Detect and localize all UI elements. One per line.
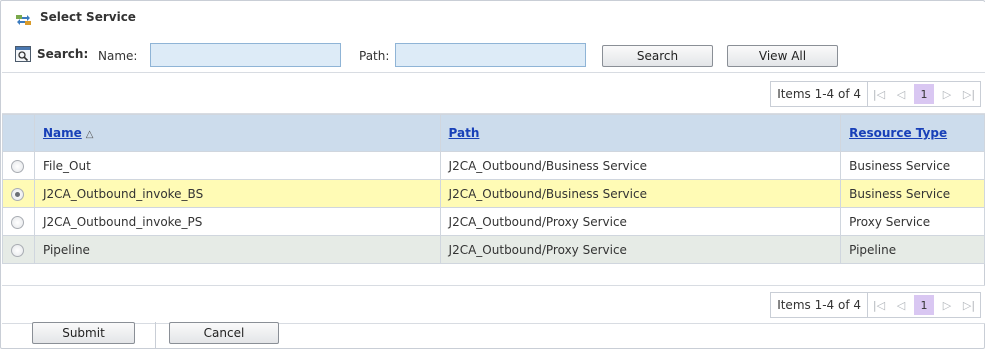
row-select-cell[interactable] <box>2 207 35 236</box>
pager-bottom: Items 1-4 of 4 |◁ ◁ 1 ▷ ▷| <box>770 292 981 318</box>
items-count: Items 1-4 of 4 <box>771 293 868 317</box>
name-column-header[interactable]: Name △ <box>33 114 441 152</box>
path-label: Path: <box>359 49 390 63</box>
last-page-icon[interactable]: ▷| <box>958 293 980 317</box>
path-cell: J2CA_Outbound/Proxy Service <box>439 235 842 264</box>
sort-ascending-icon: △ <box>85 129 94 140</box>
path-cell: J2CA_Outbound/Business Service <box>439 151 842 180</box>
select-service-panel: Select Service Search: Name: Path: Searc… <box>0 0 985 349</box>
next-page-icon[interactable]: ▷ <box>936 293 958 317</box>
path-input[interactable] <box>395 43 586 67</box>
row-radio[interactable] <box>11 187 25 201</box>
row-radio[interactable] <box>11 159 25 173</box>
footer-divider <box>155 322 156 348</box>
path-column-header[interactable]: Path <box>439 114 842 152</box>
path-cell: J2CA_Outbound/Business Service <box>439 179 842 208</box>
row-radio[interactable] <box>11 243 25 257</box>
next-page-icon[interactable]: ▷ <box>936 82 958 106</box>
name-sort-link[interactable]: Name <box>43 126 82 140</box>
row-select-cell[interactable] <box>2 179 35 208</box>
table-row[interactable]: Pipeline J2CA_Outbound/Proxy Service Pip… <box>2 235 985 264</box>
previous-page-icon[interactable]: ◁ <box>890 82 912 106</box>
first-page-icon[interactable]: |◁ <box>868 82 890 106</box>
pager-top: Items 1-4 of 4 |◁ ◁ 1 ▷ ▷| <box>770 81 981 107</box>
footer: Submit Cancel <box>1 322 986 350</box>
name-cell: J2CA_Outbound_invoke_BS <box>33 179 441 208</box>
view-all-button[interactable]: View All <box>727 45 838 67</box>
first-page-icon[interactable]: |◁ <box>868 293 890 317</box>
current-page[interactable]: 1 <box>914 295 934 315</box>
name-label: Name: <box>98 49 138 63</box>
row-radio[interactable] <box>11 215 25 229</box>
path-cell: J2CA_Outbound/Proxy Service <box>439 207 842 236</box>
resource-type-cell: Business Service <box>840 151 985 180</box>
table-header: Name △ Path Resource Type <box>2 114 985 152</box>
table-row[interactable]: J2CA_Outbound_invoke_PS J2CA_Outbound/Pr… <box>2 207 985 236</box>
previous-page-icon[interactable]: ◁ <box>890 293 912 317</box>
last-page-icon[interactable]: ▷| <box>958 82 980 106</box>
table-row[interactable]: File_Out J2CA_Outbound/Business Service … <box>2 151 985 180</box>
row-select-cell[interactable] <box>2 151 35 180</box>
path-sort-link[interactable]: Path <box>449 126 480 140</box>
name-cell: J2CA_Outbound_invoke_PS <box>33 207 441 236</box>
cancel-button[interactable]: Cancel <box>169 322 279 344</box>
name-cell: File_Out <box>33 151 441 180</box>
pager-row-top: Items 1-4 of 4 |◁ ◁ 1 ▷ ▷| <box>2 73 985 114</box>
title-bar: Select Service <box>2 2 985 36</box>
row-select-cell[interactable] <box>2 235 35 264</box>
name-cell: Pipeline <box>33 235 441 264</box>
resource-type-sort-link[interactable]: Resource Type <box>849 126 947 140</box>
submit-button[interactable]: Submit <box>32 322 135 344</box>
current-page[interactable]: 1 <box>914 84 934 104</box>
pager-row-bottom: Items 1-4 of 4 |◁ ◁ 1 ▷ ▷| <box>2 285 985 324</box>
table-row[interactable]: J2CA_Outbound_invoke_BS J2CA_Outbound/Bu… <box>2 179 985 208</box>
items-count: Items 1-4 of 4 <box>771 82 868 106</box>
resource-type-cell: Pipeline <box>840 235 985 264</box>
resource-type-column-header[interactable]: Resource Type <box>840 114 985 152</box>
search-window-icon <box>15 46 31 62</box>
dialog-title: Select Service <box>40 10 136 24</box>
service-swap-icon <box>15 13 32 27</box>
name-input[interactable] <box>150 43 341 67</box>
search-label: Search: <box>37 47 89 61</box>
resource-type-cell: Proxy Service <box>840 207 985 236</box>
select-column-header <box>2 114 35 152</box>
services-table: Name △ Path Resource Type File_Out J2CA_O… <box>2 114 985 264</box>
search-bar: Search: Name: Path: Search View All <box>2 35 985 73</box>
resource-type-cell: Business Service <box>840 179 985 208</box>
search-button[interactable]: Search <box>602 45 713 67</box>
